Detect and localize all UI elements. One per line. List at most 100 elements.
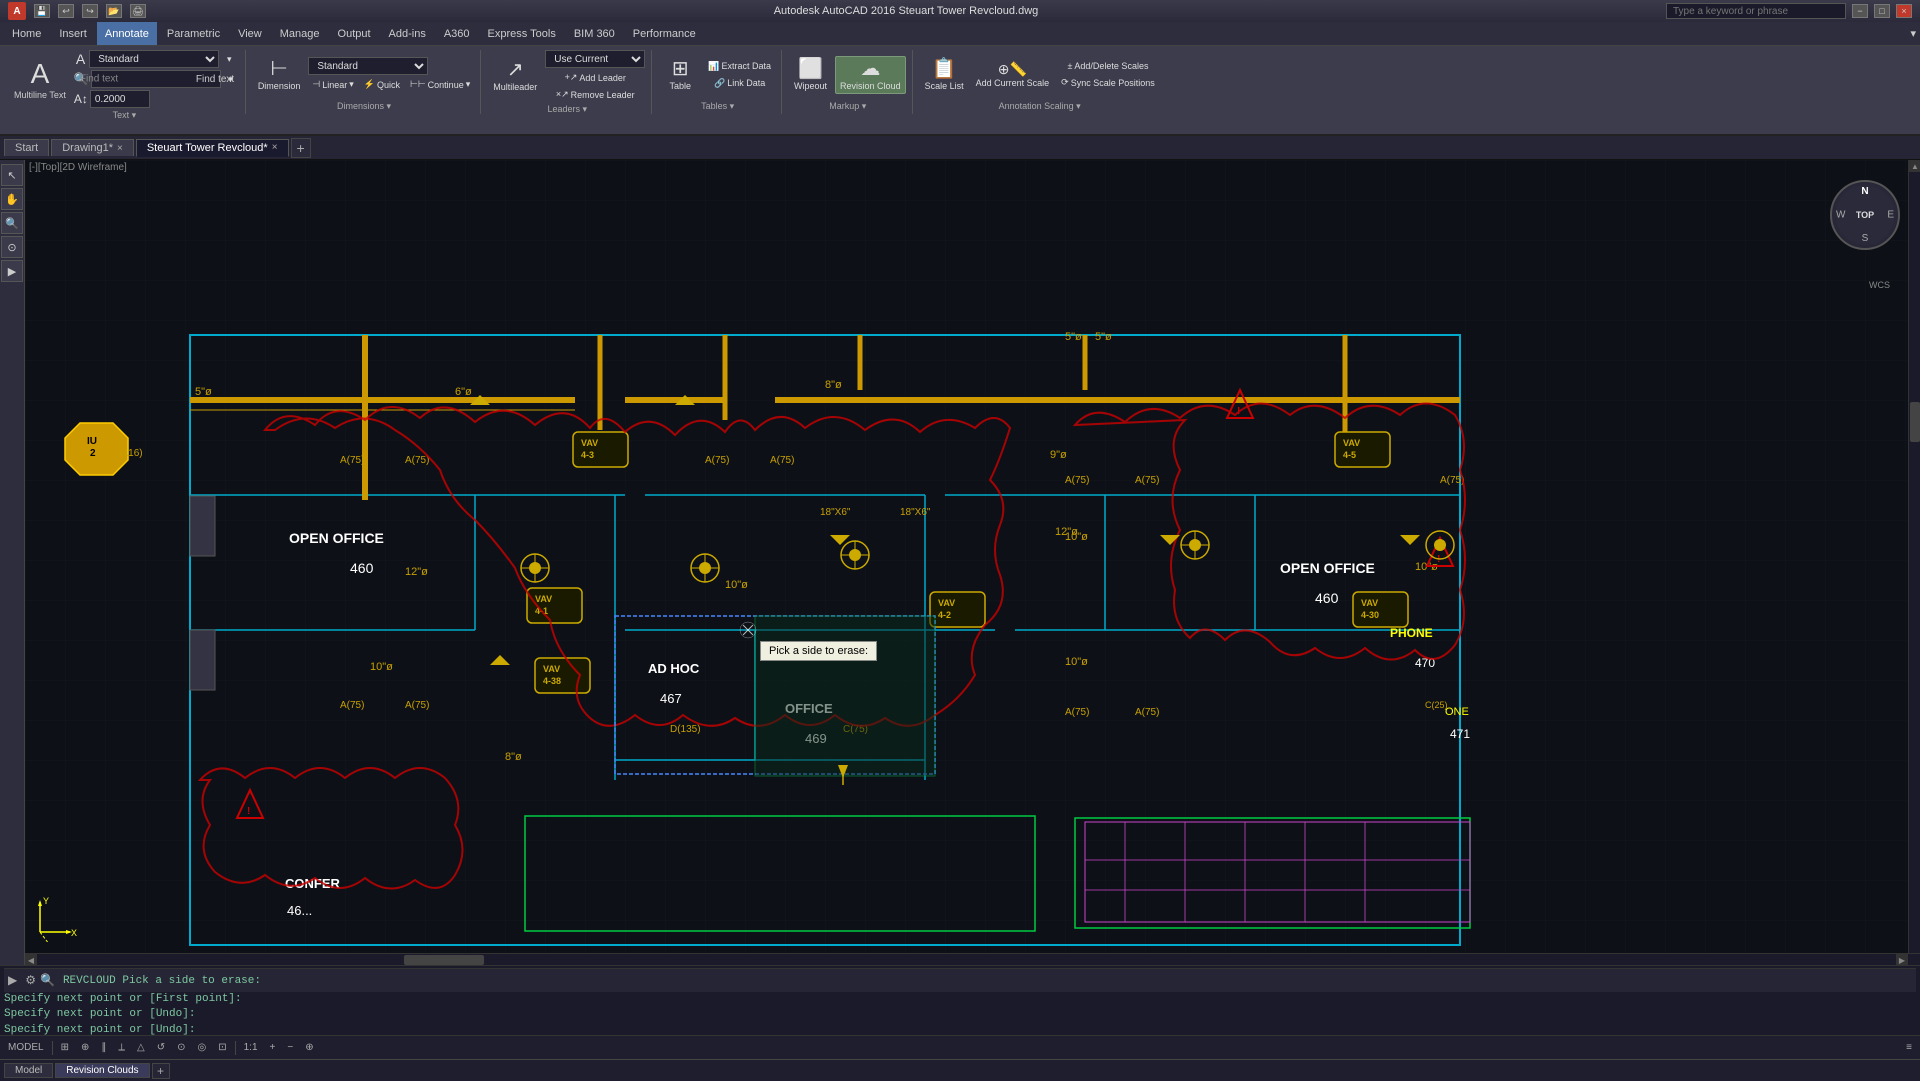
leader-style-select[interactable]: Use Current: [545, 50, 645, 68]
customize-btn[interactable]: ≡: [1902, 1036, 1916, 1059]
quick-access-open[interactable]: 📂: [106, 4, 122, 18]
remove-leader-label: Remove Leader: [571, 90, 635, 100]
annotation-scale[interactable]: 1:1: [240, 1036, 262, 1059]
menu-parametric[interactable]: Parametric: [159, 22, 228, 45]
scroll-right-arrow[interactable]: ▶: [1896, 954, 1908, 965]
doc-tab-revcloud-close[interactable]: ×: [272, 142, 278, 153]
multiline-text-button[interactable]: A Multiline Text: [10, 54, 70, 104]
scroll-thumb-h[interactable]: [404, 955, 484, 965]
cmdline-options-btn[interactable]: ⚙: [25, 973, 36, 988]
svg-text:4-5: 4-5: [1343, 450, 1356, 460]
grid-display-btn[interactable]: ⊞: [57, 1036, 73, 1059]
sync-scale-button[interactable]: ⟳ Sync Scale Positions: [1057, 75, 1159, 90]
quick-access-undo[interactable]: ↩: [58, 4, 74, 18]
tool-orbit[interactable]: ⊙: [1, 236, 23, 258]
quick-access-print[interactable]: 🖨: [130, 4, 146, 18]
menu-home[interactable]: Home: [4, 22, 49, 45]
snap-btn[interactable]: ⊕: [77, 1036, 93, 1059]
annotation-sub: ± Add/Delete Scales ⟳ Sync Scale Positio…: [1057, 59, 1159, 90]
cmdline-search-btn[interactable]: 🔍: [40, 973, 55, 988]
menu-bim360[interactable]: BIM 360: [566, 22, 623, 45]
text-height-input[interactable]: [90, 90, 150, 108]
maximize-button[interactable]: □: [1874, 4, 1890, 18]
wipeout-button[interactable]: ⬜ Wipeout: [790, 57, 831, 93]
isnap-btn[interactable]: △: [133, 1036, 149, 1059]
dimension-button[interactable]: ⊢ Dimension: [254, 57, 305, 93]
zoom-out-btn[interactable]: −: [283, 1036, 297, 1059]
tool-pan[interactable]: ✋: [1, 188, 23, 210]
ortho-btn[interactable]: ∥: [97, 1036, 110, 1059]
doc-tab-drawing1-close[interactable]: ×: [117, 143, 123, 154]
doc-tab-start[interactable]: Start: [4, 139, 49, 156]
revision-cloud-button[interactable]: ☁ Revision Cloud: [835, 56, 906, 94]
text-style-icon: A: [74, 51, 87, 67]
svg-text:10"ø: 10"ø: [725, 579, 748, 591]
scroll-up-arrow[interactable]: ▲: [1909, 160, 1920, 172]
close-button[interactable]: ×: [1896, 4, 1912, 18]
text-style-btn[interactable]: ▾: [221, 52, 237, 67]
svg-text:9"ø: 9"ø: [1050, 449, 1067, 461]
search-input[interactable]: [1666, 3, 1846, 19]
leaders-group-label: Leaders ▾: [489, 104, 645, 117]
selection-btn[interactable]: ⊡: [214, 1036, 230, 1059]
scale-list-button[interactable]: 📋 Scale List: [921, 57, 968, 93]
quick-label: Quick: [377, 80, 400, 90]
lineweight-btn[interactable]: ⊙: [173, 1036, 189, 1059]
doc-tab-revcloud[interactable]: Steuart Tower Revcloud* ×: [136, 139, 289, 157]
extract-data-button[interactable]: 📊 Extract Data: [704, 59, 775, 74]
quick-dim-button[interactable]: ⚡ Quick: [360, 77, 404, 92]
continue-dim-button[interactable]: ⊢⊢ Continue▾: [406, 77, 474, 92]
menu-insert[interactable]: Insert: [51, 22, 95, 45]
cmdline-recent-btn[interactable]: ▶: [8, 973, 17, 988]
new-tab-button[interactable]: +: [291, 138, 311, 158]
ribbon-toggle[interactable]: ▾: [1910, 27, 1916, 40]
tables-group-content: ⊞ Table 📊 Extract Data 🔗 Link Data: [660, 50, 775, 99]
menu-performance[interactable]: Performance: [625, 22, 704, 45]
linear-label: Linear: [322, 80, 347, 90]
minimize-button[interactable]: −: [1852, 4, 1868, 18]
tool-pointer[interactable]: ↖: [1, 164, 23, 186]
revision-clouds-tab[interactable]: Revision Clouds: [55, 1063, 149, 1078]
workspace-btn[interactable]: ⊕: [301, 1036, 317, 1059]
doc-tab-drawing1[interactable]: Drawing1* ×: [51, 139, 134, 156]
tool-zoom[interactable]: 🔍: [1, 212, 23, 234]
scroll-thumb-v[interactable]: [1910, 402, 1920, 442]
tool-showmotion[interactable]: ▶: [1, 260, 23, 282]
quick-access-save[interactable]: 💾: [34, 4, 50, 18]
remove-leader-button[interactable]: ×↗ Remove Leader: [545, 87, 645, 102]
menu-view[interactable]: View: [230, 22, 270, 45]
table-button[interactable]: ⊞ Table: [660, 57, 700, 93]
canvas-area[interactable]: [-][Top][2D Wireframe]: [25, 160, 1920, 965]
link-data-button[interactable]: 🔗 Link Data: [704, 76, 775, 91]
find-text-options[interactable]: ▾: [223, 72, 239, 87]
polar-btn[interactable]: ⟂: [114, 1036, 129, 1059]
add-delete-scales-button[interactable]: ± Add/Delete Scales: [1057, 59, 1159, 73]
svg-text:460: 460: [350, 560, 374, 576]
add-leader-button[interactable]: +↗ Add Leader: [545, 70, 645, 85]
menu-annotate[interactable]: Annotate: [97, 22, 157, 45]
menu-addins[interactable]: Add-ins: [381, 22, 434, 45]
menu-express[interactable]: Express Tools: [480, 22, 564, 45]
svg-text:A(75): A(75): [405, 700, 429, 711]
scroll-left-arrow[interactable]: ◀: [25, 954, 37, 965]
vertical-scrollbar[interactable]: ▲ ▼: [1908, 160, 1920, 965]
add-current-scale-button[interactable]: ⊕📏 Add Current Scale: [972, 60, 1054, 90]
quick-access-redo[interactable]: ↪: [82, 4, 98, 18]
zoom-in-btn[interactable]: +: [266, 1036, 280, 1059]
multileader-button[interactable]: ↗ Multileader: [489, 58, 541, 94]
add-layout-btn[interactable]: +: [152, 1063, 170, 1079]
text-style-select[interactable]: Standard: [89, 50, 219, 68]
dynamic-input-btn[interactable]: ↺: [153, 1036, 169, 1059]
menu-output[interactable]: Output: [330, 22, 379, 45]
transparency-btn[interactable]: ◎: [194, 1036, 211, 1059]
svg-text:A(75): A(75): [1440, 475, 1464, 486]
cad-drawing: 18"X6" 18"X6" 5"ø 5"ø 6"ø 8"ø 9"ø 12"ø 1…: [25, 160, 1920, 965]
menu-a360[interactable]: A360: [436, 22, 478, 45]
model-tab[interactable]: Model: [4, 1063, 53, 1078]
model-button[interactable]: MODEL: [4, 1036, 48, 1059]
menu-manage[interactable]: Manage: [272, 22, 328, 45]
linear-dim-button[interactable]: ⊣ Linear▾: [308, 77, 357, 92]
find-text-input[interactable]: [91, 70, 221, 88]
horizontal-scrollbar[interactable]: ◀ ▶: [25, 953, 1920, 965]
dim-style-select[interactable]: Standard: [308, 57, 428, 75]
